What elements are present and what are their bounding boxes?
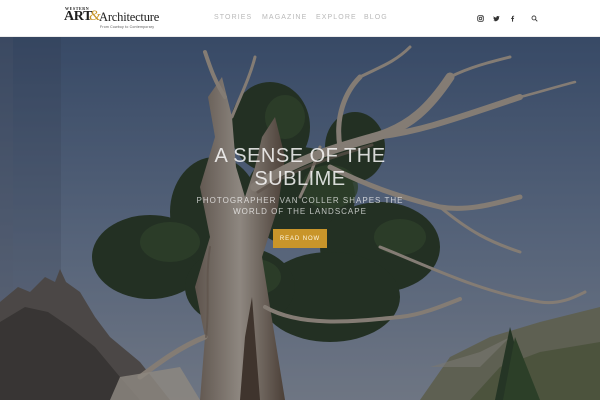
read-now-button[interactable]: READ NOW	[273, 229, 327, 248]
nav-item-explore[interactable]: EXPLORE	[316, 14, 357, 21]
nav-item-blog[interactable]: BLOG	[364, 14, 388, 21]
twitter-icon[interactable]	[491, 13, 501, 23]
nav-item-magazine[interactable]: MAGAZINE	[262, 14, 307, 21]
hero-subtitle: PHOTOGRAPHER VAN COLLER SHAPES THE WORLD…	[196, 196, 404, 216]
logo-tagline: From Cowboy to Contemporary	[100, 25, 155, 29]
site-logo[interactable]: WESTERN ART & Architecture From Cowboy t…	[64, 6, 174, 32]
hero-dark-overlay	[0, 37, 600, 400]
hero-banner: A SENSE OF THE SUBLIME PHOTOGRAPHER VAN …	[0, 37, 600, 400]
site-header: WESTERN ART & Architecture From Cowboy t…	[0, 0, 600, 37]
logo-architecture: Architecture	[99, 10, 160, 24]
search-icon[interactable]	[529, 13, 539, 23]
instagram-icon[interactable]	[475, 13, 485, 23]
logo-art: ART	[64, 9, 93, 24]
hero-title[interactable]: A SENSE OF THE SUBLIME	[200, 145, 400, 191]
nav-item-stories[interactable]: STORIES	[214, 14, 252, 21]
facebook-icon[interactable]	[507, 13, 517, 23]
